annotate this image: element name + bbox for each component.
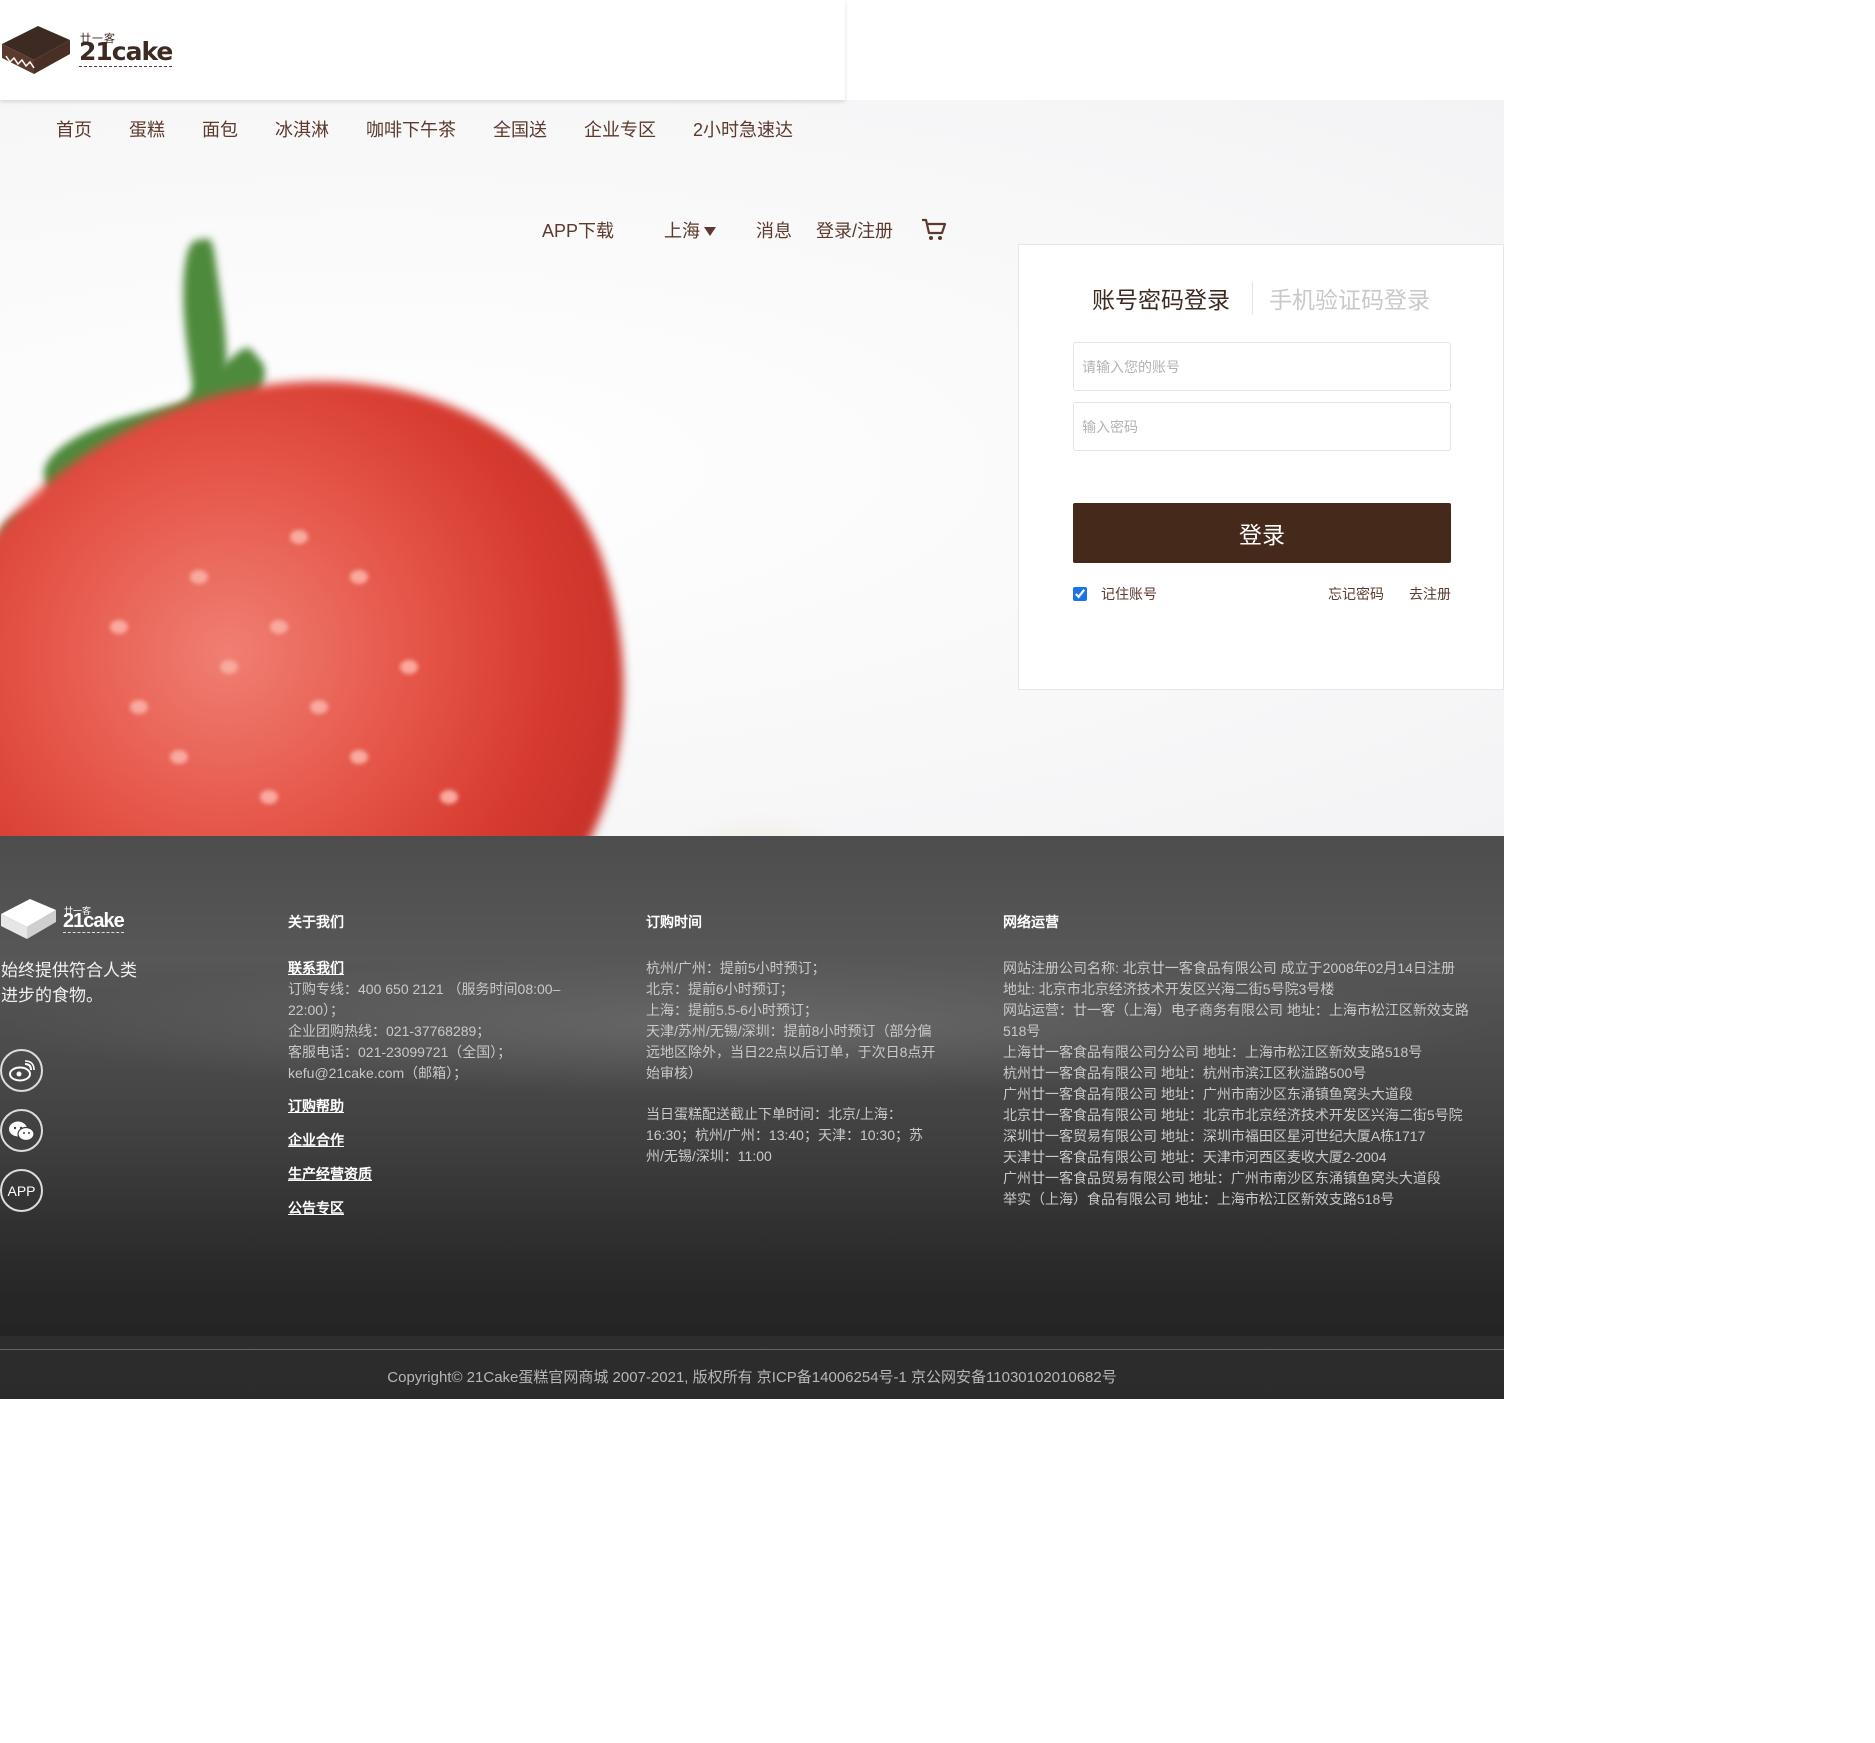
announcements-link[interactable]: 公告专区 <box>288 1198 588 1219</box>
order-time-line: 上海：提前5.5-6小时预订； <box>646 1002 818 1018</box>
footer-order-time: 订购时间 杭州/广州：提前5小时预订； 北京：提前6小时预订； 上海：提前5.5… <box>646 912 936 1167</box>
order-time-line: 北京：提前6小时预订； <box>646 981 794 997</box>
order-time-title: 订购时间 <box>646 914 702 930</box>
tab-password-login[interactable]: 账号密码登录 <box>1092 281 1230 315</box>
footer: 廿一客 21cake 始终提供符合人类进步的食物。 APP 关于我们 联系我们 … <box>0 836 1504 1399</box>
contact-line: 企业团购热线：021-37768289； <box>288 1023 491 1039</box>
network-line: 杭州廿一客食品有限公司 地址：杭州市滨江区秋溢路500号 <box>1003 1065 1367 1081</box>
footer-divider <box>0 1349 1504 1350</box>
network-line: 广州廿一客食品贸易有限公司 地址：广州市南沙区东涌镇鱼窝头大道段 <box>1003 1170 1441 1186</box>
nav-enterprise[interactable]: 企业专区 <box>584 116 656 142</box>
remember-label: 记住账号 <box>1101 586 1157 602</box>
network-line: 北京廿一客食品有限公司 地址：北京市北京经济技术开发区兴海二街5号院 <box>1003 1107 1463 1123</box>
footer-about: 关于我们 联系我们 订购专线：400 650 2121 （服务时间08:00–2… <box>288 912 588 1232</box>
remember-checkbox[interactable] <box>1073 587 1087 601</box>
order-time-line: 杭州/广州：提前5小时预订； <box>646 960 826 976</box>
app-icon[interactable]: APP <box>0 1169 43 1212</box>
network-line: 地址: 北京市北京经济技术开发区兴海二街5号院3号楼 <box>1003 981 1335 997</box>
order-time-line: 天津/苏州/无锡/深圳：提前8小时预订（部分偏远地区除外，当日22点以后订单，于… <box>646 1023 936 1081</box>
login-register-link[interactable]: 登录/注册 <box>816 217 893 243</box>
nav-express[interactable]: 2小时急速达 <box>693 116 793 142</box>
network-line: 网站注册公司名称: 北京廿一客食品有限公司 成立于2008年02月14日注册 <box>1003 960 1455 976</box>
copyright: Copyright© 21Cake蛋糕官网商城 2007-2021, 版权所有 … <box>387 1369 1117 1386</box>
password-input[interactable] <box>1073 402 1451 451</box>
nav-home[interactable]: 首页 <box>56 116 92 142</box>
network-line: 518号 <box>1003 1023 1041 1039</box>
tab-sms-login[interactable]: 手机验证码登录 <box>1269 281 1430 315</box>
cake-logo-icon <box>1 899 56 939</box>
network-line: 上海廿一客食品有限公司分公司 地址：上海市松江区新效支路518号 <box>1003 1044 1423 1060</box>
contact-line: 客服电话：021-23099721（全国）； <box>288 1044 512 1060</box>
register-link[interactable]: 去注册 <box>1409 584 1451 604</box>
about-title: 关于我们 <box>288 914 344 930</box>
nav-bread[interactable]: 面包 <box>202 116 238 142</box>
utility-nav: APP下载 上海 消息 登录/注册 <box>542 217 947 243</box>
brand-en: 21cake <box>79 37 173 67</box>
main-nav: 首页 蛋糕 面包 冰淇淋 咖啡下午茶 全国送 企业专区 2小时急速达 <box>56 116 830 142</box>
network-line: 深圳廿一客贸易有限公司 地址：深圳市福田区星河世纪大厦A栋1717 <box>1003 1128 1426 1144</box>
contact-line: kefu@21cake.com（邮箱）； <box>288 1065 468 1081</box>
city-selector[interactable]: 上海 <box>664 217 717 243</box>
page: 廿一客 21cake 首页 蛋糕 面包 冰淇淋 咖啡下午茶 全国送 企业专区 2… <box>0 0 1504 1399</box>
footer-slogan: 始终提供符合人类进步的食物。 <box>1 961 137 1005</box>
messages-link[interactable]: 消息 <box>756 217 792 243</box>
header-logo-bar: 廿一客 21cake <box>0 0 845 100</box>
network-line: 举实（上海）食品有限公司 地址：上海市松江区新效支路518号 <box>1003 1191 1395 1207</box>
remember-account[interactable]: 记住账号 <box>1073 584 1157 604</box>
wechat-icon[interactable] <box>0 1109 43 1152</box>
contact-line: 订购专线：400 650 2121 （服务时间08:00–22:00）； <box>288 981 561 1018</box>
order-help-link[interactable]: 订购帮助 <box>288 1096 588 1117</box>
nav-nationwide[interactable]: 全国送 <box>493 116 547 142</box>
forgot-password-link[interactable]: 忘记密码 <box>1328 584 1384 604</box>
login-options: 记住账号 忘记密码 去注册 <box>1073 584 1451 604</box>
app-download-link[interactable]: APP下载 <box>542 217 614 243</box>
city-label: 上海 <box>664 221 701 241</box>
network-title: 网络运营 <box>1003 914 1059 930</box>
network-line: 天津廿一客食品有限公司 地址：天津市河西区麦收大厦2-2004 <box>1003 1149 1387 1165</box>
contact-info: 订购专线：400 650 2121 （服务时间08:00–22:00）； 企业团… <box>288 979 578 1084</box>
login-panel: 账号密码登录 手机验证码登录 登录 记住账号 忘记密码 去注册 <box>1018 244 1504 690</box>
footer-brand-en: 21cake <box>63 910 125 933</box>
nav-cake[interactable]: 蛋糕 <box>129 116 165 142</box>
account-input[interactable] <box>1073 342 1451 391</box>
delivery-cutoff: 当日蛋糕配送截止下单时间：北京/上海：16:30；杭州/广州：13:40；天津：… <box>646 1106 923 1164</box>
cake-logo-icon <box>2 26 70 74</box>
login-button[interactable]: 登录 <box>1073 503 1451 563</box>
contact-us-link[interactable]: 联系我们 <box>288 958 588 979</box>
footer-logo[interactable]: 廿一客 21cake <box>0 896 130 942</box>
weibo-icon[interactable] <box>0 1049 43 1092</box>
site-logo[interactable]: 廿一客 21cake <box>0 20 173 80</box>
caret-down-icon <box>704 226 717 236</box>
network-line: 广州廿一客食品有限公司 地址：广州市南沙区东涌镇鱼窝头大道段 <box>1003 1086 1413 1102</box>
footer-network: 网络运营 网站注册公司名称: 北京廿一客食品有限公司 成立于2008年02月14… <box>1003 912 1504 1210</box>
nav-coffee-tea[interactable]: 咖啡下午茶 <box>366 116 456 142</box>
business-license-link[interactable]: 生产经营资质 <box>288 1164 588 1185</box>
login-tabs: 账号密码登录 手机验证码登录 <box>1019 281 1503 315</box>
network-line: 网站运营：廿一客（上海）电子商务有限公司 地址：上海市松江区新效支路 <box>1003 1002 1469 1018</box>
nav-icecream[interactable]: 冰淇淋 <box>275 116 329 142</box>
enterprise-cooperation-link[interactable]: 企业合作 <box>288 1130 588 1151</box>
cart-icon[interactable] <box>921 218 947 242</box>
tab-divider <box>1252 282 1253 314</box>
